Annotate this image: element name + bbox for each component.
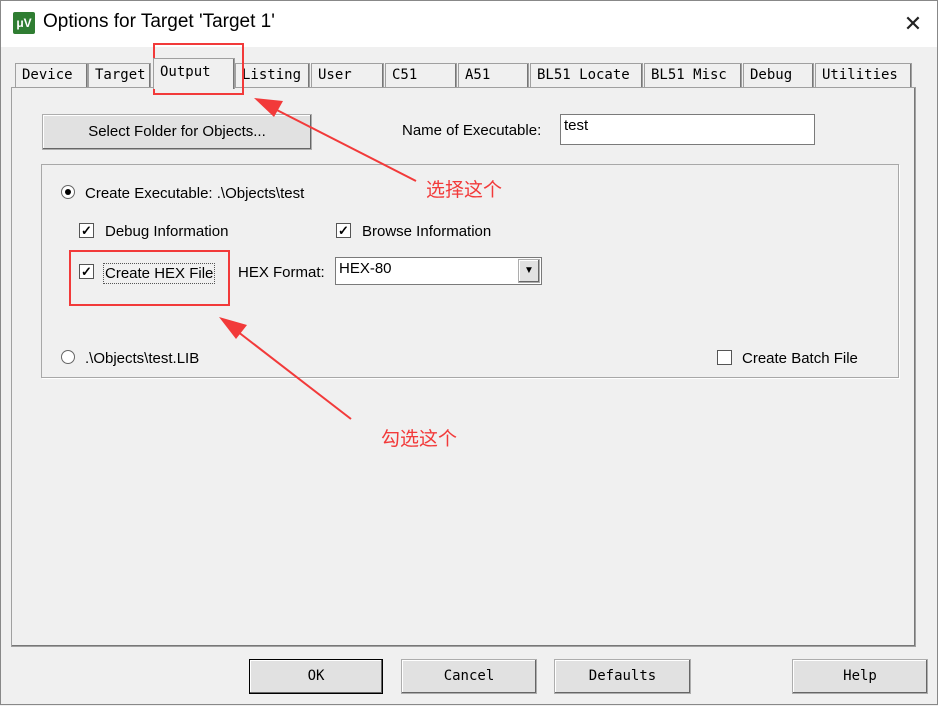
arrow-line-2 <box>232 327 352 420</box>
arrow-line-1 <box>268 105 417 182</box>
annotation-check-this: 勾选这个 <box>381 429 458 450</box>
options-dialog: μV Options for Target 'Target 1' ✕ Devic… <box>0 0 938 705</box>
arrow-head-1 <box>254 98 283 117</box>
annotation-arrows <box>219 98 417 420</box>
tab-output[interactable]: Output <box>153 58 235 89</box>
annotation-select-this: 选择这个 <box>426 180 503 201</box>
